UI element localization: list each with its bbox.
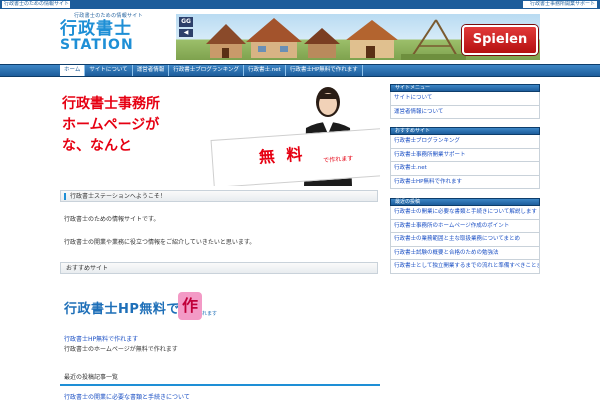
sidebar-recent-item[interactable]: 行政書士事務所のホームページ作成のポイント: [390, 219, 540, 233]
sidebar-recent-title: 最近の投稿: [390, 198, 540, 206]
hero-copy-line2: ホームページが: [62, 117, 160, 133]
sidebar-recent-item[interactable]: 行政書士の開業に必要な書類と手続きについて解説します: [390, 206, 540, 220]
nav-item-about[interactable]: サイトについて: [85, 65, 133, 76]
sidebar-recommended-title: おすすめサイト: [390, 127, 540, 135]
sidebar-item-hp-free[interactable]: 行政書士HP無料で作れます: [390, 175, 540, 189]
section-welcome-header: 行政書士ステーションへようこそ！: [60, 190, 378, 202]
hp-free-logo-text: 行政書士HP無料で作: [64, 302, 194, 317]
nav-item-home[interactable]: ホーム: [60, 65, 86, 76]
sidebar-item-operator[interactable]: 運営者情報について: [390, 105, 540, 119]
hp-free-link[interactable]: 行政書士HP無料で作れます: [64, 334, 138, 343]
sidebar-recent-item[interactable]: 行政書士の業務範囲と主な取扱業務についてまとめ: [390, 233, 540, 247]
nav-item-hp-free[interactable]: 行政書士HP無料で作れます: [286, 65, 363, 76]
section-recommended-header: おすすめサイト: [60, 262, 378, 274]
hero-copy-line1: 行政書士事務所: [62, 96, 160, 112]
hero-sign: 無 料 で作れます: [210, 128, 380, 186]
sidebar-item-net[interactable]: 行政書士.net: [390, 162, 540, 176]
recent-posts-title: 最近の投稿記事一覧: [64, 374, 119, 381]
top-bar-right-link[interactable]: 行政書士事務所開業サポート: [523, 1, 597, 8]
section-welcome-title: 行政書士ステーションへようこそ！: [70, 193, 166, 200]
logo-name-line1: 行政書士: [60, 19, 132, 39]
hp-free-logo-sub: れます: [202, 311, 218, 317]
top-bar-left-text: 行政書士のための情報サイト: [2, 1, 70, 8]
sidebar-menu-title: サイトメニュー: [390, 84, 540, 92]
banner-village-image: [206, 18, 466, 60]
hp-free-logo-mark: 作: [178, 292, 202, 320]
section-marker: [64, 193, 66, 200]
sidebar-item-about[interactable]: サイトについて: [390, 92, 540, 106]
hero-copy: 行政書士事務所 ホームページが な、なんと: [62, 94, 160, 157]
hero-banner[interactable]: 行政書士事務所 ホームページが な、なんと 無 料 で作れます: [60, 82, 380, 186]
nav-item-ranking[interactable]: 行政書士ブログランキング: [169, 65, 245, 76]
sidebar-recent-item[interactable]: 行政書士として独立開業するまでの流れと準備すべきことまとめ: [390, 260, 540, 274]
main-nav: ホーム サイトについて 運営者情報 行政書士ブログランキング 行政書士.net …: [0, 64, 600, 77]
play-button[interactable]: Spielen: [462, 25, 538, 55]
banner-badge: GG: [179, 17, 193, 27]
ad-banner[interactable]: GG ◀ Spielen: [176, 14, 540, 60]
hp-free-description: 行政書士のホームページが無料で作れます: [64, 346, 178, 353]
logo-name-line2: STATION: [60, 37, 134, 53]
sidebar-item-support[interactable]: 行政書士事務所開業サポート: [390, 148, 540, 162]
hero-sign-big: 無 料: [258, 144, 306, 167]
hp-free-logo[interactable]: 行政書士HP無料で作 作 れます: [62, 292, 217, 328]
sidebar-box-recommended: おすすめサイト 行政書士ブログランキング 行政書士事務所開業サポート 行政書士.…: [390, 127, 540, 189]
sidebar-box-recent: 最近の投稿 行政書士の開業に必要な書類と手続きについて解説します 行政書士事務所…: [390, 198, 540, 274]
recent-posts-header: 最近の投稿記事一覧: [60, 372, 380, 386]
hero-copy-line3: な、なんと: [62, 138, 132, 154]
sidebar-box-menu: サイトメニュー サイトについて 運営者情報について: [390, 84, 540, 119]
sidebar-recent-item[interactable]: 行政書士試験の概要と合格のための勉強法: [390, 246, 540, 260]
nav-item-operator[interactable]: 運営者情報: [133, 65, 170, 76]
logo-tagline: 行政書士のための情報サイト: [74, 13, 143, 19]
welcome-paragraph-1: 行政書士のための情報サイトです。: [64, 216, 160, 223]
section-recommended-title: おすすめサイト: [66, 265, 109, 272]
site-header: 行政書士のための情報サイト 行政書士 STATION GG ◀ Spielen: [0, 9, 600, 64]
sidebar-item-ranking[interactable]: 行政書士ブログランキング: [390, 135, 540, 149]
banner-arrow-icon[interactable]: ◀: [179, 29, 193, 37]
welcome-paragraph-2: 行政書士の開業や業務に役立つ情報をご紹介していきたいと思います。: [64, 239, 256, 246]
hero-sign-small: で作れます: [323, 155, 354, 165]
nav-item-net[interactable]: 行政書士.net: [244, 65, 286, 76]
site-logo[interactable]: 行政書士のための情報サイト 行政書士 STATION: [60, 12, 160, 64]
